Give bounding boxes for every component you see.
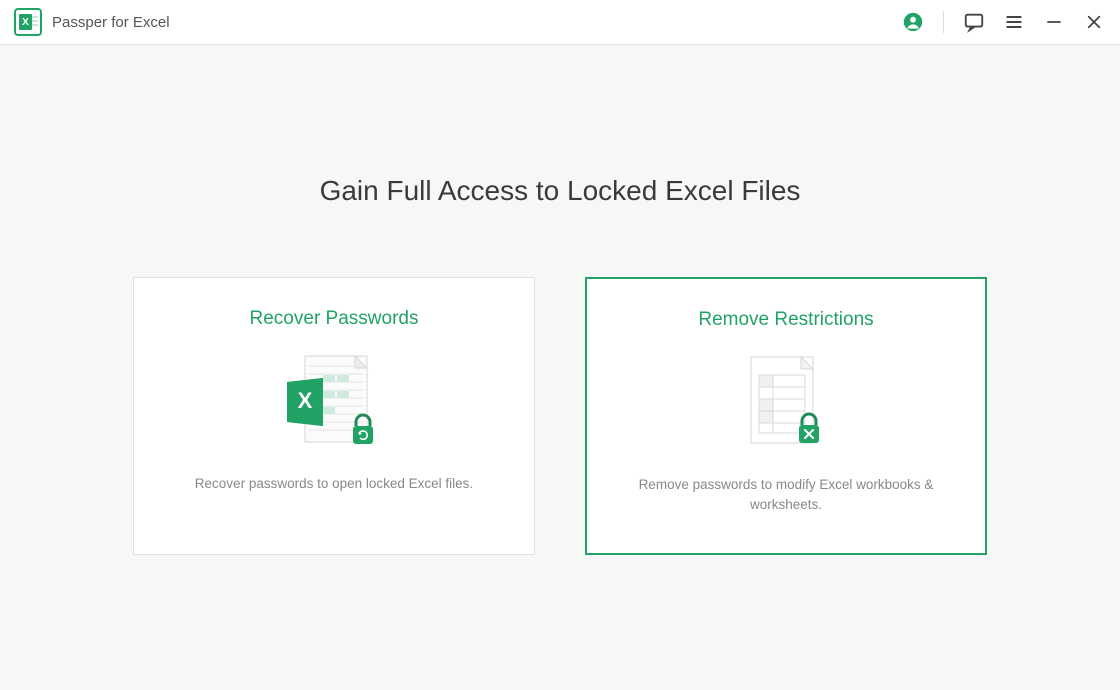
feedback-icon[interactable] (962, 10, 986, 34)
page-headline: Gain Full Access to Locked Excel Files (0, 175, 1120, 207)
menu-icon[interactable] (1002, 10, 1026, 34)
titlebar: X Passper for Excel (0, 0, 1120, 45)
divider (943, 11, 944, 33)
remove-illustration-icon (731, 353, 841, 453)
minimize-button[interactable] (1042, 10, 1066, 34)
main-content: Gain Full Access to Locked Excel Files R… (0, 45, 1120, 555)
close-button[interactable] (1082, 10, 1106, 34)
option-cards: Recover Passwords (0, 277, 1120, 555)
card-remove-title: Remove Restrictions (698, 309, 873, 331)
card-remove-desc: Remove passwords to modify Excel workboo… (626, 475, 946, 516)
window-controls (901, 10, 1106, 34)
svg-text:X: X (22, 17, 29, 28)
card-recover-title: Recover Passwords (250, 308, 419, 330)
svg-text:X: X (298, 388, 313, 413)
card-recover-passwords[interactable]: Recover Passwords (133, 277, 535, 555)
account-icon[interactable] (901, 10, 925, 34)
app-title: Passper for Excel (52, 14, 170, 31)
app-logo-icon: X (14, 8, 42, 36)
card-recover-desc: Recover passwords to open locked Excel f… (195, 474, 473, 494)
recover-illustration-icon: X (279, 352, 389, 452)
card-remove-restrictions[interactable]: Remove Restrictions (585, 277, 987, 555)
